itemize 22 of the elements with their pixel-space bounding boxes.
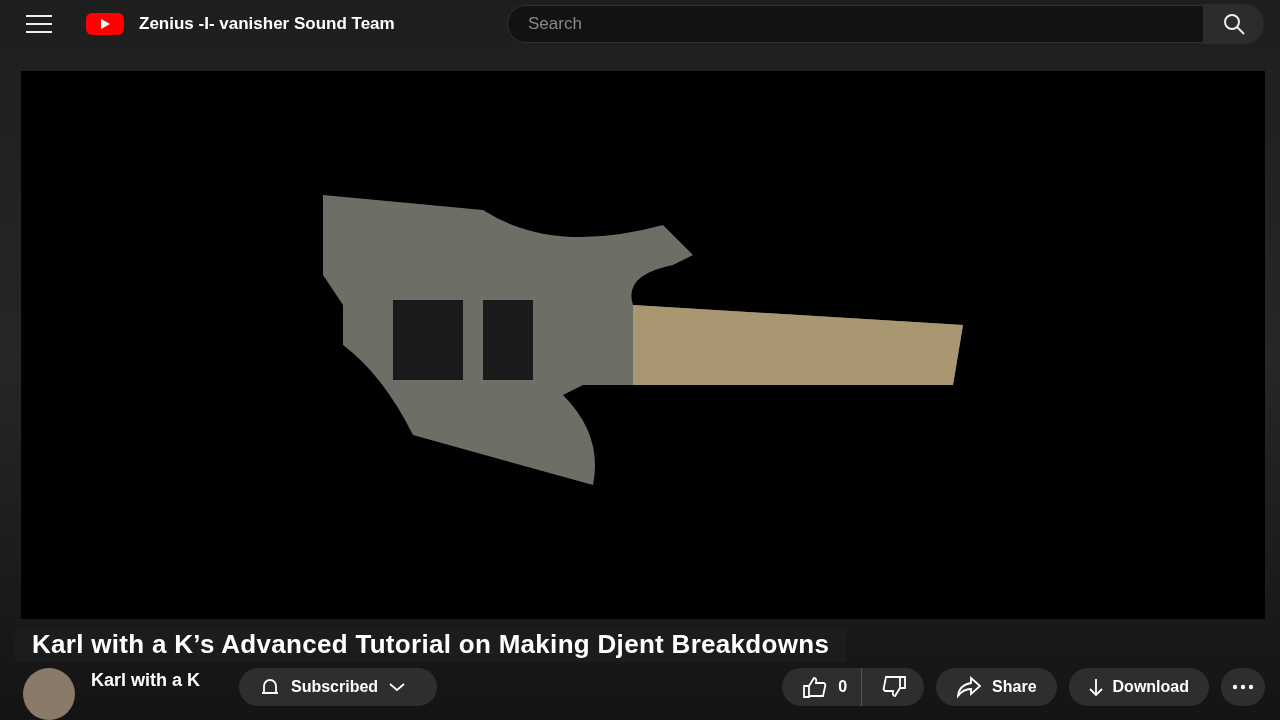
share-button[interactable]: Share	[936, 668, 1057, 706]
thumbs-down-icon	[880, 676, 907, 698]
subscribed-button[interactable]: Subscribed	[239, 668, 437, 706]
thumbs-up-icon	[802, 676, 829, 698]
download-arrow-icon	[1088, 678, 1103, 696]
search-field[interactable]: Search	[507, 4, 1204, 43]
chevron-down-icon	[388, 681, 407, 693]
share-arrow-icon	[956, 676, 983, 698]
search-button[interactable]	[1204, 3, 1264, 44]
channel-title: Zenius -I- vanisher Sound Team	[139, 13, 396, 34]
channel-avatar[interactable]	[23, 668, 75, 720]
like-button[interactable]: 0	[782, 668, 862, 706]
channel-name[interactable]: Karl with a K	[91, 670, 239, 691]
more-dots-icon	[1232, 684, 1254, 690]
play-logo-icon[interactable]	[86, 12, 124, 35]
more-button[interactable]	[1221, 668, 1265, 706]
search-icon	[1222, 11, 1246, 36]
download-button[interactable]: Download	[1068, 668, 1209, 706]
video-title: Karl with a K’s Advanced Tutorial on Making Djent Breakdowns	[15, 627, 847, 662]
video-player[interactable]	[21, 71, 1265, 619]
menu-button[interactable]	[26, 14, 52, 33]
dislike-button[interactable]	[861, 668, 925, 706]
